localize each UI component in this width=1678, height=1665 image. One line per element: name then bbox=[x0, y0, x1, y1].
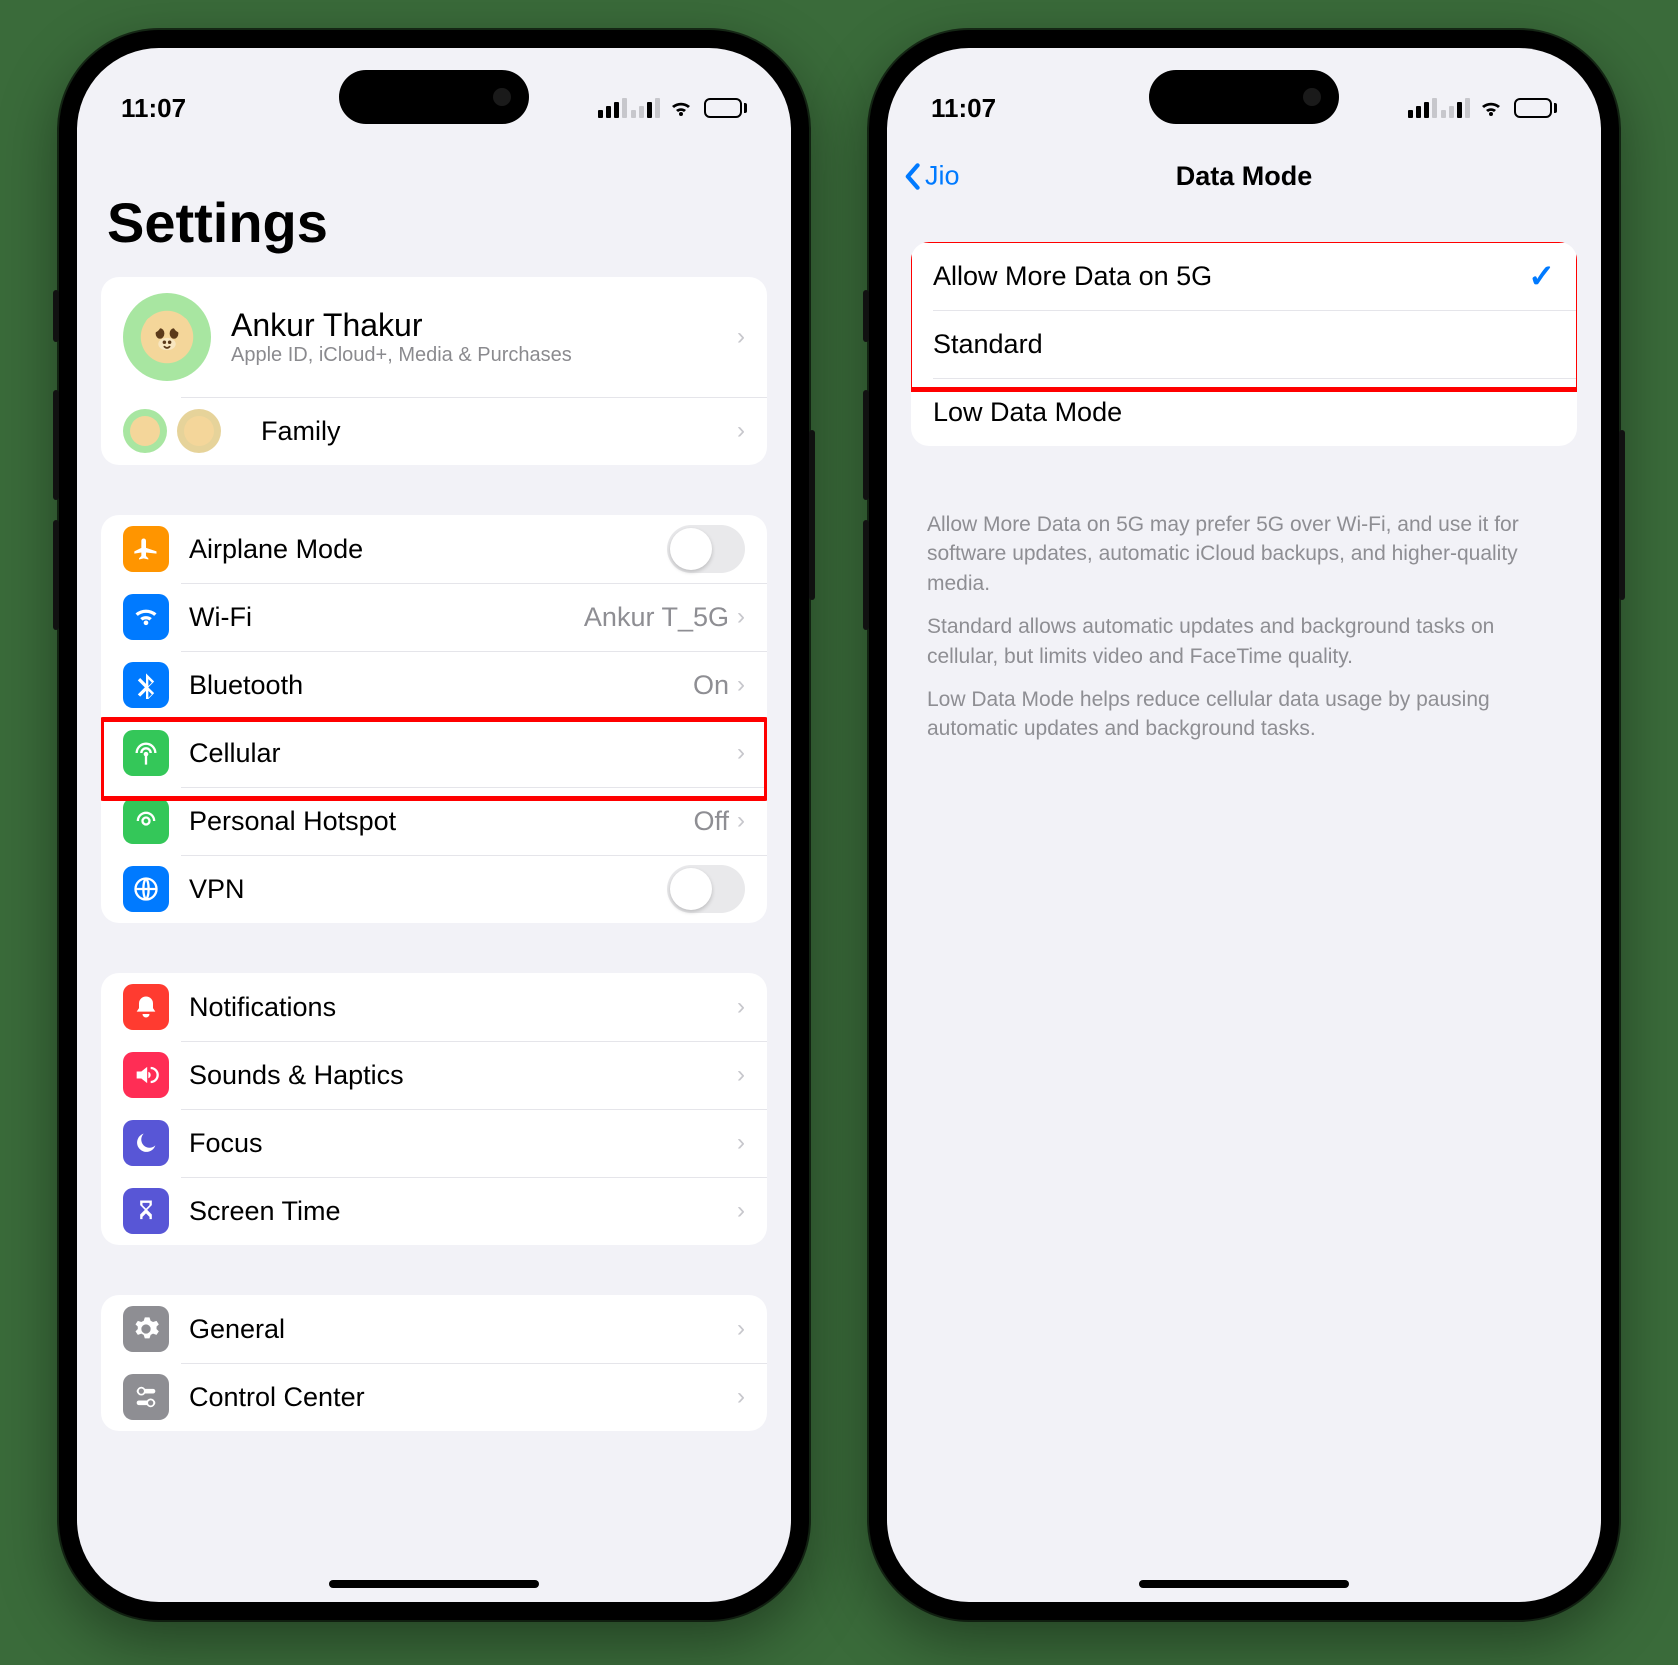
footer-standard: Standard allows automatic updates and ba… bbox=[887, 598, 1601, 671]
profile-name: Ankur Thakur bbox=[231, 307, 737, 344]
chevron-right-icon: › bbox=[737, 739, 745, 767]
airplane-icon bbox=[123, 526, 169, 572]
family-label: Family bbox=[261, 416, 737, 447]
chevron-right-icon: › bbox=[737, 993, 745, 1021]
family-avatar-2-icon bbox=[177, 409, 221, 453]
battery-icon bbox=[1514, 98, 1557, 118]
chevron-right-icon: › bbox=[737, 1315, 745, 1343]
footer-low: Low Data Mode helps reduce cellular data… bbox=[887, 671, 1601, 744]
bluetooth-icon bbox=[123, 662, 169, 708]
home-indicator[interactable] bbox=[1139, 1580, 1349, 1588]
notifications-row[interactable]: Notifications › bbox=[101, 973, 767, 1041]
airplane-mode-row[interactable]: Airplane Mode bbox=[101, 515, 767, 583]
profile-sub: Apple ID, iCloud+, Media & Purchases bbox=[231, 344, 737, 367]
connectivity-group: Airplane Mode Wi-Fi Ankur T_5G › Bluetoo… bbox=[101, 515, 767, 923]
avatar-icon bbox=[123, 293, 211, 381]
bluetooth-row[interactable]: Bluetooth On › bbox=[101, 651, 767, 719]
chevron-right-icon: › bbox=[737, 323, 745, 351]
wifi-icon bbox=[668, 98, 694, 118]
home-indicator[interactable] bbox=[329, 1580, 539, 1588]
phone-left: 11:07 Settings Ankur Thakur Apple ID, iC… bbox=[59, 30, 809, 1620]
sliders-icon bbox=[123, 1374, 169, 1420]
status-time: 11:07 bbox=[931, 93, 996, 124]
nav-bar: Jio Data Mode bbox=[887, 140, 1601, 212]
chevron-right-icon: › bbox=[737, 1197, 745, 1225]
airplane-toggle[interactable] bbox=[667, 525, 745, 573]
cellular-signal-2-icon bbox=[1441, 98, 1470, 118]
moon-icon bbox=[123, 1120, 169, 1166]
vpn-toggle[interactable] bbox=[667, 865, 745, 913]
profile-group: Ankur Thakur Apple ID, iCloud+, Media & … bbox=[101, 277, 767, 465]
cellular-signal-icon bbox=[598, 98, 627, 118]
globe-icon bbox=[123, 866, 169, 912]
data-mode-group: Allow More Data on 5G ✓ Standard Low Dat… bbox=[911, 242, 1577, 446]
screentime-row[interactable]: Screen Time › bbox=[101, 1177, 767, 1245]
allow-more-data-row[interactable]: Allow More Data on 5G ✓ bbox=[911, 242, 1577, 310]
low-data-mode-row[interactable]: Low Data Mode bbox=[911, 378, 1577, 446]
cellular-signal-icon bbox=[1408, 98, 1437, 118]
focus-row[interactable]: Focus › bbox=[101, 1109, 767, 1177]
phone-right: 11:07 Jio Data Mode Allow More Data on 5… bbox=[869, 30, 1619, 1620]
cellular-row[interactable]: Cellular › bbox=[101, 719, 767, 787]
apple-id-row[interactable]: Ankur Thakur Apple ID, iCloud+, Media & … bbox=[101, 277, 767, 397]
general-row[interactable]: General › bbox=[101, 1295, 767, 1363]
general-group: General › Control Center › bbox=[101, 1295, 767, 1431]
chevron-right-icon: › bbox=[737, 1061, 745, 1089]
chevron-right-icon: › bbox=[737, 417, 745, 445]
notifications-group: Notifications › Sounds & Haptics › Focus… bbox=[101, 973, 767, 1245]
wifi-icon bbox=[123, 594, 169, 640]
vpn-row[interactable]: VPN bbox=[101, 855, 767, 923]
cellular-signal-2-icon bbox=[631, 98, 660, 118]
sounds-row[interactable]: Sounds & Haptics › bbox=[101, 1041, 767, 1109]
antenna-icon bbox=[123, 730, 169, 776]
wifi-icon bbox=[1478, 98, 1504, 118]
chevron-left-icon bbox=[903, 162, 921, 190]
bell-icon bbox=[123, 984, 169, 1030]
chevron-right-icon: › bbox=[737, 807, 745, 835]
nav-title: Data Mode bbox=[1176, 161, 1313, 192]
battery-icon bbox=[704, 98, 747, 118]
family-avatar-1-icon bbox=[123, 409, 167, 453]
chevron-right-icon: › bbox=[737, 1129, 745, 1157]
page-title: Settings bbox=[77, 140, 791, 277]
checkmark-icon: ✓ bbox=[1528, 257, 1555, 295]
hotspot-row[interactable]: Personal Hotspot Off › bbox=[101, 787, 767, 855]
dynamic-island bbox=[1149, 70, 1339, 124]
control-center-row[interactable]: Control Center › bbox=[101, 1363, 767, 1431]
chevron-right-icon: › bbox=[737, 671, 745, 699]
status-time: 11:07 bbox=[121, 93, 186, 124]
wifi-row[interactable]: Wi-Fi Ankur T_5G › bbox=[101, 583, 767, 651]
dynamic-island bbox=[339, 70, 529, 124]
hourglass-icon bbox=[123, 1188, 169, 1234]
chevron-right-icon: › bbox=[737, 603, 745, 631]
hotspot-icon bbox=[123, 798, 169, 844]
chevron-right-icon: › bbox=[737, 1383, 745, 1411]
gear-icon bbox=[123, 1306, 169, 1352]
speaker-icon bbox=[123, 1052, 169, 1098]
back-button[interactable]: Jio bbox=[903, 161, 960, 192]
standard-row[interactable]: Standard bbox=[911, 310, 1577, 378]
family-row[interactable]: Family › bbox=[101, 397, 767, 465]
footer-allow: Allow More Data on 5G may prefer 5G over… bbox=[887, 496, 1601, 598]
